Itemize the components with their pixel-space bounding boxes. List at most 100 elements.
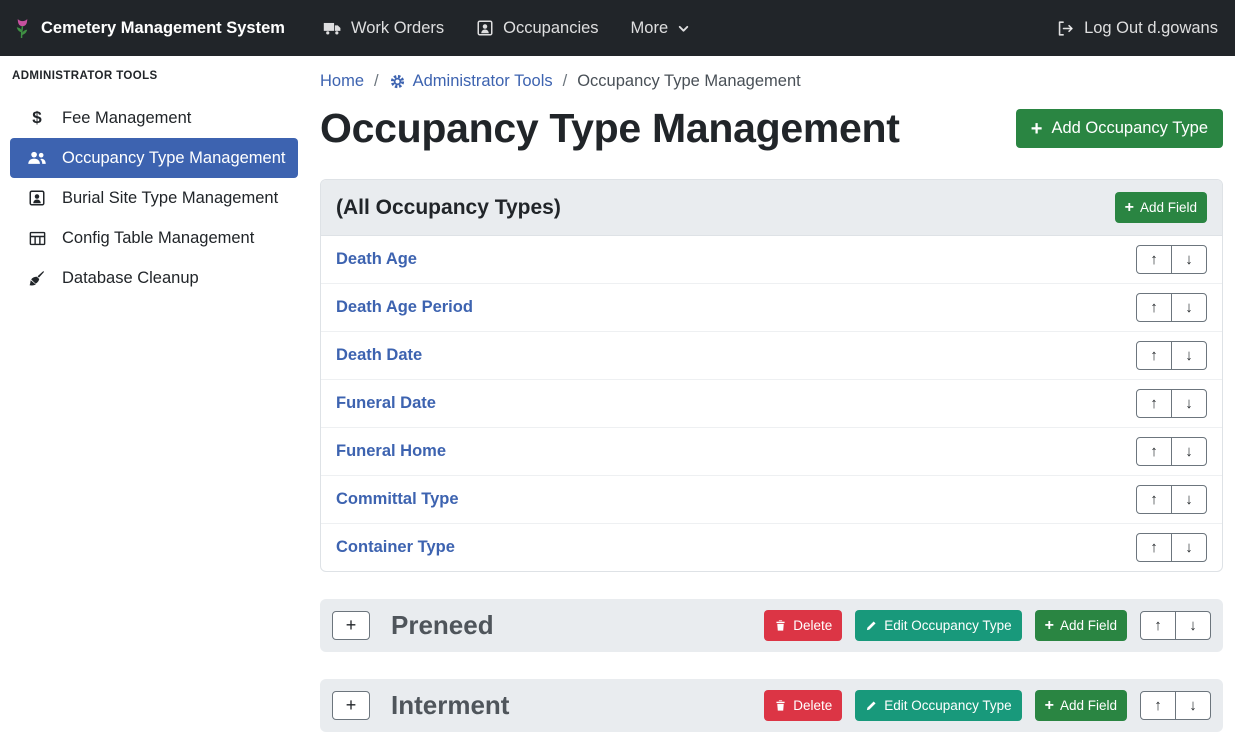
sidebar: Administrator Tools $ Fee Management Occ…: [0, 56, 308, 732]
top-navbar: Cemetery Management System Work Orders O…: [0, 0, 1235, 56]
down-arrow-icon: ↓: [1185, 395, 1193, 412]
down-arrow-icon: ↓: [1185, 539, 1193, 556]
move-up-button[interactable]: ↑: [1136, 245, 1172, 274]
sidebar-heading: Administrator Tools: [0, 68, 308, 98]
breadcrumb-home-link[interactable]: Home: [320, 72, 364, 91]
move-up-button[interactable]: ↑: [1140, 611, 1176, 640]
sidebar-item-label: Database Cleanup: [62, 269, 199, 288]
delete-button[interactable]: Delete: [764, 690, 842, 721]
occupancy-type-section: + Preneed Delete: [320, 599, 1223, 652]
occupancy-type-section: + Interment Delete: [320, 679, 1223, 732]
down-arrow-icon: ↓: [1185, 443, 1193, 460]
reorder-buttons: ↑ ↓: [1140, 691, 1211, 720]
sidebar-item-label: Fee Management: [62, 109, 191, 128]
move-up-button[interactable]: ↑: [1136, 437, 1172, 466]
expand-button[interactable]: +: [332, 691, 370, 720]
sidebar-item-burial-site-type-management[interactable]: Burial Site Type Management: [10, 178, 298, 218]
field-link[interactable]: Container Type: [336, 538, 455, 557]
move-up-button[interactable]: ↑: [1136, 341, 1172, 370]
nav-work-orders[interactable]: Work Orders: [323, 19, 444, 38]
trash-icon: [774, 699, 787, 712]
up-arrow-icon: ↑: [1150, 347, 1158, 364]
field-row: Death Age Period ↑ ↓: [321, 283, 1222, 331]
sign-out-icon: [1056, 19, 1075, 38]
sidebar-item-label: Config Table Management: [62, 229, 254, 248]
reorder-buttons: ↑ ↓: [1136, 437, 1207, 466]
field-link[interactable]: Funeral Date: [336, 394, 436, 413]
expand-button[interactable]: +: [332, 611, 370, 640]
reorder-buttons: ↑ ↓: [1136, 389, 1207, 418]
move-down-button[interactable]: ↓: [1171, 293, 1207, 322]
edit-occupancy-type-button[interactable]: Edit Occupancy Type: [855, 610, 1021, 641]
up-arrow-icon: ↑: [1154, 697, 1162, 714]
section-title: Interment: [391, 690, 509, 721]
field-row: Death Age ↑ ↓: [321, 236, 1222, 283]
tulip-icon: [13, 17, 32, 40]
add-occupancy-type-button[interactable]: + Add Occupancy Type: [1016, 109, 1223, 148]
field-link[interactable]: Committal Type: [336, 490, 459, 509]
plus-icon: +: [1045, 698, 1054, 714]
nav-occupancies[interactable]: Occupancies: [476, 19, 598, 38]
page-header: Occupancy Type Management + Add Occupanc…: [320, 105, 1223, 152]
reorder-buttons: ↑ ↓: [1140, 611, 1211, 640]
edit-occupancy-type-button[interactable]: Edit Occupancy Type: [855, 690, 1021, 721]
move-down-button[interactable]: ↓: [1171, 341, 1207, 370]
app-brand[interactable]: Cemetery Management System: [13, 17, 285, 40]
plus-icon: +: [1031, 119, 1043, 139]
down-arrow-icon: ↓: [1189, 697, 1197, 714]
trash-icon: [774, 619, 787, 632]
down-arrow-icon: ↓: [1189, 617, 1197, 634]
move-down-button[interactable]: ↓: [1175, 691, 1211, 720]
move-down-button[interactable]: ↓: [1171, 437, 1207, 466]
move-down-button[interactable]: ↓: [1171, 485, 1207, 514]
up-arrow-icon: ↑: [1154, 617, 1162, 634]
down-arrow-icon: ↓: [1185, 491, 1193, 508]
truck-icon: [323, 19, 342, 38]
sidebar-item-occupancy-type-management[interactable]: Occupancy Type Management: [10, 138, 298, 178]
breadcrumb-admin-tools-link[interactable]: Administrator Tools: [389, 72, 553, 91]
reorder-buttons: ↑ ↓: [1136, 533, 1207, 562]
move-up-button[interactable]: ↑: [1136, 293, 1172, 322]
logout-link[interactable]: Log Out d.gowans: [1056, 19, 1218, 38]
dollar-icon: $: [25, 108, 49, 128]
pencil-icon: [865, 619, 878, 632]
add-field-button[interactable]: + Add Field: [1035, 610, 1127, 641]
move-up-button[interactable]: ↑: [1136, 485, 1172, 514]
plus-icon: +: [346, 695, 357, 716]
move-up-button[interactable]: ↑: [1136, 533, 1172, 562]
move-down-button[interactable]: ↓: [1171, 389, 1207, 418]
move-down-button[interactable]: ↓: [1171, 245, 1207, 274]
users-icon: [25, 148, 49, 168]
nav-more[interactable]: More: [631, 19, 691, 38]
down-arrow-icon: ↓: [1185, 251, 1193, 268]
field-row: Funeral Date ↑ ↓: [321, 379, 1222, 427]
breadcrumb-separator: /: [563, 72, 568, 91]
field-link[interactable]: Death Age Period: [336, 298, 473, 317]
page-title: Occupancy Type Management: [320, 105, 900, 152]
move-up-button[interactable]: ↑: [1136, 389, 1172, 418]
card-header: (All Occupancy Types) + Add Field: [321, 180, 1222, 236]
add-field-button[interactable]: + Add Field: [1115, 192, 1207, 223]
move-up-button[interactable]: ↑: [1140, 691, 1176, 720]
sidebar-item-fee-management[interactable]: $ Fee Management: [10, 98, 298, 138]
pencil-icon: [865, 699, 878, 712]
move-down-button[interactable]: ↓: [1171, 533, 1207, 562]
all-occupancy-types-card: (All Occupancy Types) + Add Field Death …: [320, 179, 1223, 572]
field-link[interactable]: Death Age: [336, 250, 417, 269]
add-field-button[interactable]: + Add Field: [1035, 690, 1127, 721]
up-arrow-icon: ↑: [1150, 395, 1158, 412]
down-arrow-icon: ↓: [1185, 347, 1193, 364]
reorder-buttons: ↑ ↓: [1136, 341, 1207, 370]
field-link[interactable]: Funeral Home: [336, 442, 446, 461]
move-down-button[interactable]: ↓: [1175, 611, 1211, 640]
broom-icon: [25, 269, 49, 288]
sidebar-item-label: Burial Site Type Management: [62, 189, 278, 208]
sidebar-item-database-cleanup[interactable]: Database Cleanup: [10, 258, 298, 298]
plus-icon: +: [1125, 200, 1134, 216]
field-link[interactable]: Death Date: [336, 346, 422, 365]
up-arrow-icon: ↑: [1150, 299, 1158, 316]
section-actions: Delete Edit Occupancy Type + Add Field: [764, 610, 1211, 641]
sidebar-item-config-table-management[interactable]: Config Table Management: [10, 218, 298, 258]
field-row: Death Date ↑ ↓: [321, 331, 1222, 379]
delete-button[interactable]: Delete: [764, 610, 842, 641]
